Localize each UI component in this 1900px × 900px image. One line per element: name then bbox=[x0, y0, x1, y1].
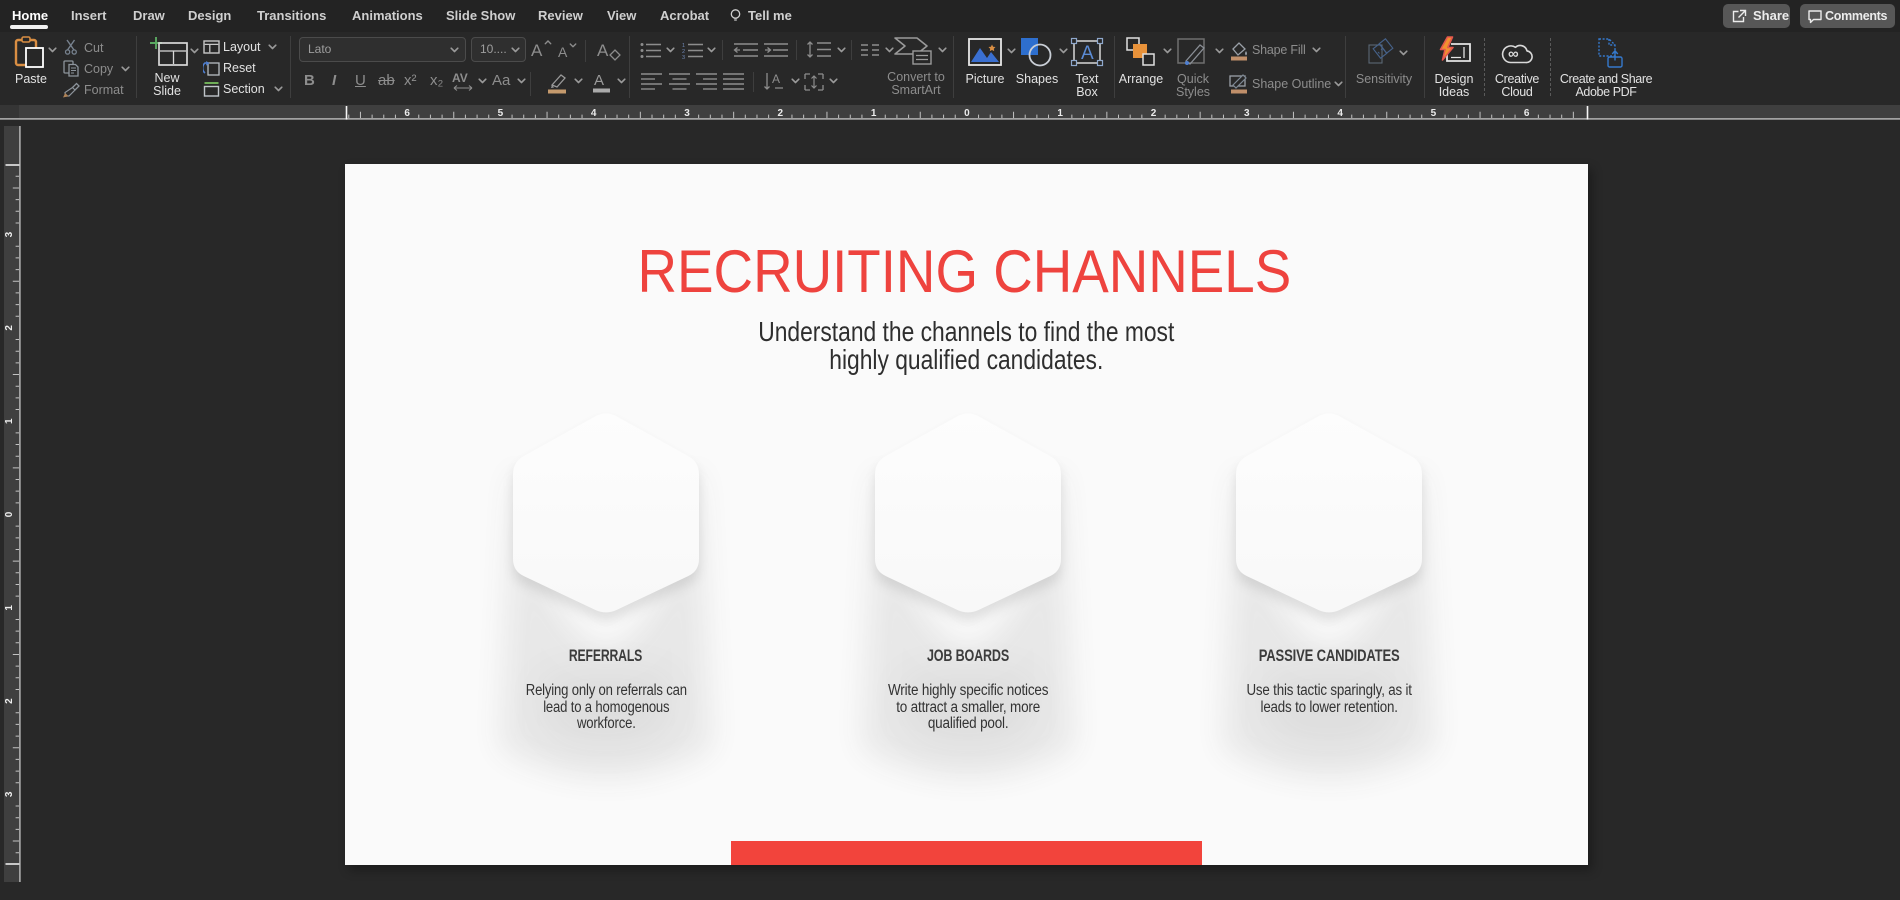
svg-text:1: 1 bbox=[4, 418, 15, 424]
svg-text:A: A bbox=[772, 72, 780, 86]
svg-text:1: 1 bbox=[871, 108, 877, 119]
svg-text:3: 3 bbox=[4, 791, 15, 797]
svg-text:2: 2 bbox=[4, 325, 15, 331]
svg-text:5: 5 bbox=[1431, 108, 1437, 119]
svg-text:0: 0 bbox=[964, 108, 970, 119]
svg-text:1: 1 bbox=[1057, 108, 1063, 119]
svg-text:2: 2 bbox=[4, 698, 15, 704]
svg-text:3: 3 bbox=[1244, 108, 1250, 119]
svg-text:AV: AV bbox=[452, 71, 468, 85]
svg-text:2: 2 bbox=[778, 108, 784, 119]
svg-text:4: 4 bbox=[591, 108, 597, 119]
svg-text:∞: ∞ bbox=[1508, 46, 1519, 63]
svg-text:0: 0 bbox=[4, 511, 15, 517]
svg-text:6: 6 bbox=[1524, 108, 1530, 119]
svg-text:6: 6 bbox=[404, 108, 410, 119]
svg-text:A: A bbox=[1081, 43, 1094, 64]
svg-text:4: 4 bbox=[1337, 108, 1343, 119]
svg-text:A: A bbox=[594, 72, 604, 89]
svg-text:2: 2 bbox=[1151, 108, 1157, 119]
svg-text:3: 3 bbox=[684, 108, 690, 119]
svg-text:3: 3 bbox=[4, 231, 15, 237]
svg-text:1: 1 bbox=[4, 605, 15, 611]
svg-text:5: 5 bbox=[498, 108, 504, 119]
svg-text:3: 3 bbox=[682, 55, 685, 59]
